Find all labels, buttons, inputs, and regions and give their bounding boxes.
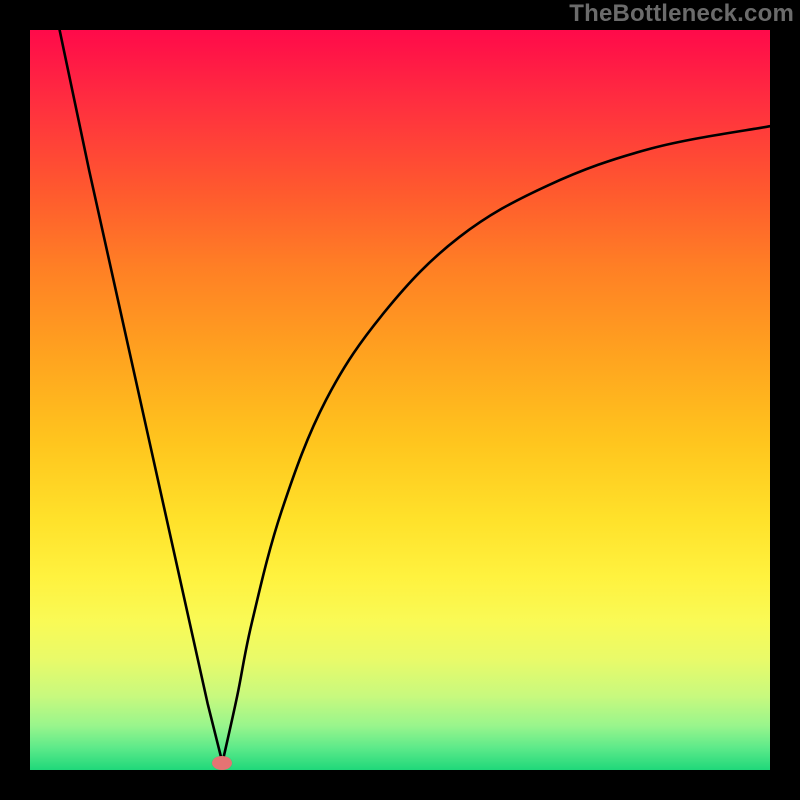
watermark-text: TheBottleneck.com	[569, 0, 794, 28]
bottleneck-curve	[60, 30, 770, 763]
minimum-marker	[212, 756, 232, 770]
curve-svg	[30, 30, 770, 770]
plot-area	[30, 30, 770, 770]
chart-frame: TheBottleneck.com	[0, 0, 800, 800]
